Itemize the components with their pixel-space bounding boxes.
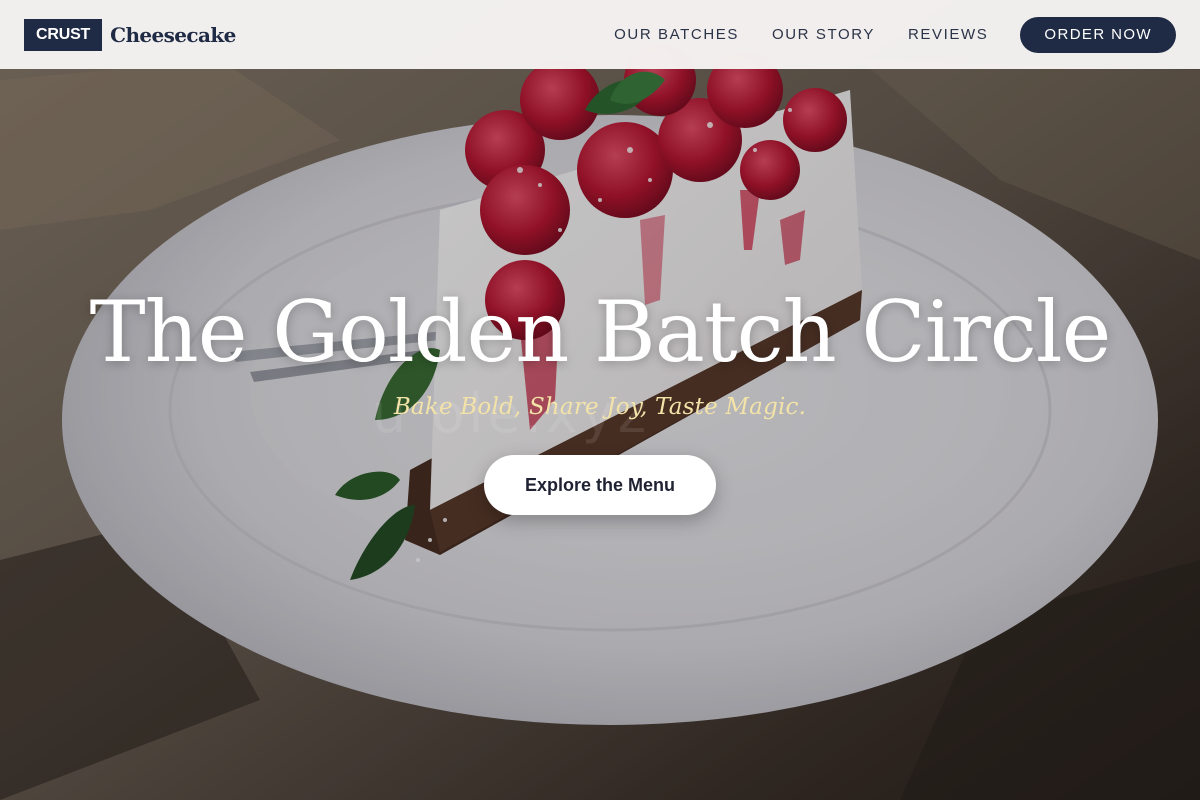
nav-reviews[interactable]: REVIEWS xyxy=(908,26,988,43)
hero-section: The Golden Batch Circle Bake Bold, Share… xyxy=(0,280,1200,515)
order-now-button[interactable]: ORDER NOW xyxy=(1020,16,1176,53)
nav-our-story[interactable]: OUR STORY xyxy=(772,26,875,43)
explore-menu-button[interactable]: Explore the Menu xyxy=(484,455,716,515)
hero-tagline: Bake Bold, Share Joy, Taste Magic. xyxy=(393,394,807,420)
site-header: CRUST Cheesecake OUR BATCHES OUR STORY R… xyxy=(0,0,1200,69)
brand-name: Cheesecake xyxy=(110,22,236,47)
hero-title: The Golden Batch Circle xyxy=(89,283,1112,381)
nav-our-batches[interactable]: OUR BATCHES xyxy=(614,26,739,43)
brand-badge: CRUST xyxy=(24,18,103,51)
main-nav: OUR BATCHES OUR STORY REVIEWS ORDER NOW xyxy=(614,16,1176,53)
brand-logo[interactable]: CRUST Cheesecake xyxy=(24,18,236,51)
